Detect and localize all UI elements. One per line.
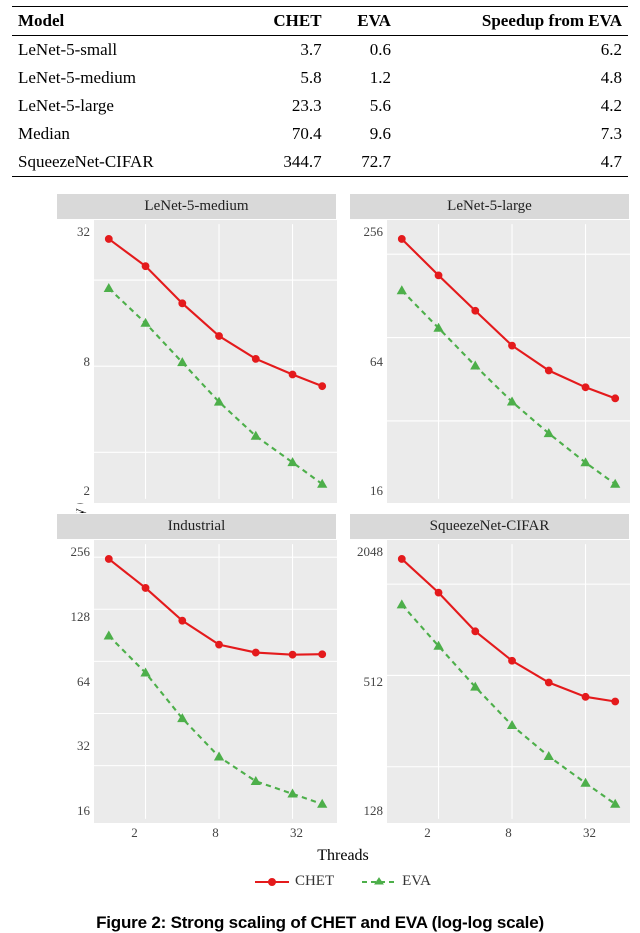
- y-tick: 128: [364, 803, 384, 819]
- chart-panel: SqueezeNet-CIFAR 2048 512 128: [349, 513, 630, 823]
- chart-panel: LeNet-5-large 256 64 16: [349, 193, 630, 503]
- y-tick: 32: [77, 738, 90, 754]
- cell-model: Median: [12, 120, 236, 148]
- panel-title: LeNet-5-medium: [56, 193, 337, 220]
- x-tick: 8: [175, 825, 256, 845]
- cell-speedup: 4.8: [397, 64, 628, 92]
- x-tick: 32: [256, 825, 337, 845]
- col-eva: EVA: [328, 7, 397, 36]
- legend-label-eva: EVA: [402, 873, 431, 890]
- y-axis-ticks: 256 64 16: [349, 220, 387, 503]
- x-tick: 2: [94, 825, 175, 845]
- col-chet: CHET: [236, 7, 327, 36]
- cell-chet: 5.8: [236, 64, 327, 92]
- y-tick: 32: [77, 224, 90, 240]
- table-row: LeNet-5-large23.35.64.2: [12, 92, 628, 120]
- chart-panel: Industrial 256 128 64 32 16: [56, 513, 337, 823]
- x-tick: 32: [549, 825, 630, 845]
- results-table: Model CHET EVA Speedup from EVA LeNet-5-…: [0, 0, 640, 185]
- y-tick: 16: [77, 803, 90, 819]
- table-row: LeNet-5-small3.70.66.2: [12, 36, 628, 65]
- legend-label-chet: CHET: [295, 873, 334, 890]
- col-model: Model: [12, 7, 236, 36]
- y-tick: 2: [84, 483, 91, 499]
- plot-area: [94, 220, 337, 503]
- figure-caption: Figure 2: Strong scaling of CHET and EVA…: [0, 905, 640, 933]
- plot-area: [387, 540, 630, 823]
- cell-speedup: 7.3: [397, 120, 628, 148]
- y-tick: 64: [370, 354, 383, 370]
- legend-item-eva: EVA: [362, 873, 431, 890]
- x-tick: 8: [468, 825, 549, 845]
- y-tick: 16: [370, 483, 383, 499]
- x-axis-ticks: 2832 2832: [56, 825, 630, 845]
- legend-swatch-eva-icon: [362, 874, 396, 890]
- x-tick: 2: [387, 825, 468, 845]
- legend-swatch-chet-icon: [255, 874, 289, 890]
- col-speedup: Speedup from EVA: [397, 7, 628, 36]
- cell-speedup: 4.2: [397, 92, 628, 120]
- cell-eva: 72.7: [328, 148, 397, 177]
- plot-area: [387, 220, 630, 503]
- cell-model: SqueezeNet-CIFAR: [12, 148, 236, 177]
- table-header-row: Model CHET EVA Speedup from EVA: [12, 7, 628, 36]
- cell-chet: 3.7: [236, 36, 327, 65]
- panel-title: Industrial: [56, 513, 337, 540]
- y-tick: 8: [84, 354, 91, 370]
- panel-title: LeNet-5-large: [349, 193, 630, 220]
- cell-model: LeNet-5-large: [12, 92, 236, 120]
- x-axis-label: Threads: [56, 847, 630, 865]
- legend: CHET EVA: [56, 873, 630, 890]
- y-axis-ticks: 2048 512 128: [349, 540, 387, 823]
- cell-chet: 23.3: [236, 92, 327, 120]
- y-axis-ticks: 256 128 64 32 16: [56, 540, 94, 823]
- cell-eva: 0.6: [328, 36, 397, 65]
- cell-speedup: 6.2: [397, 36, 628, 65]
- panel-title: SqueezeNet-CIFAR: [349, 513, 630, 540]
- cell-eva: 9.6: [328, 120, 397, 148]
- y-axis-ticks: 32 8 2: [56, 220, 94, 503]
- y-tick: 2048: [357, 544, 383, 560]
- cell-speedup: 4.7: [397, 148, 628, 177]
- cell-model: LeNet-5-medium: [12, 64, 236, 92]
- y-tick: 128: [71, 609, 91, 625]
- y-tick: 64: [77, 674, 90, 690]
- chart-panel: LeNet-5-medium 32 8 2: [56, 193, 337, 503]
- charts-area: Average Latency (sec) LeNet-5-medium3282…: [0, 185, 640, 905]
- cell-eva: 1.2: [328, 64, 397, 92]
- y-tick: 512: [364, 674, 384, 690]
- cell-chet: 344.7: [236, 148, 327, 177]
- table-row: LeNet-5-medium5.81.24.8: [12, 64, 628, 92]
- cell-model: LeNet-5-small: [12, 36, 236, 65]
- table-row: SqueezeNet-CIFAR344.772.74.7: [12, 148, 628, 177]
- cell-chet: 70.4: [236, 120, 327, 148]
- plot-area: [94, 540, 337, 823]
- legend-item-chet: CHET: [255, 873, 334, 890]
- table-row: Median70.49.67.3: [12, 120, 628, 148]
- y-tick: 256: [71, 544, 91, 560]
- y-tick: 256: [364, 224, 384, 240]
- cell-eva: 5.6: [328, 92, 397, 120]
